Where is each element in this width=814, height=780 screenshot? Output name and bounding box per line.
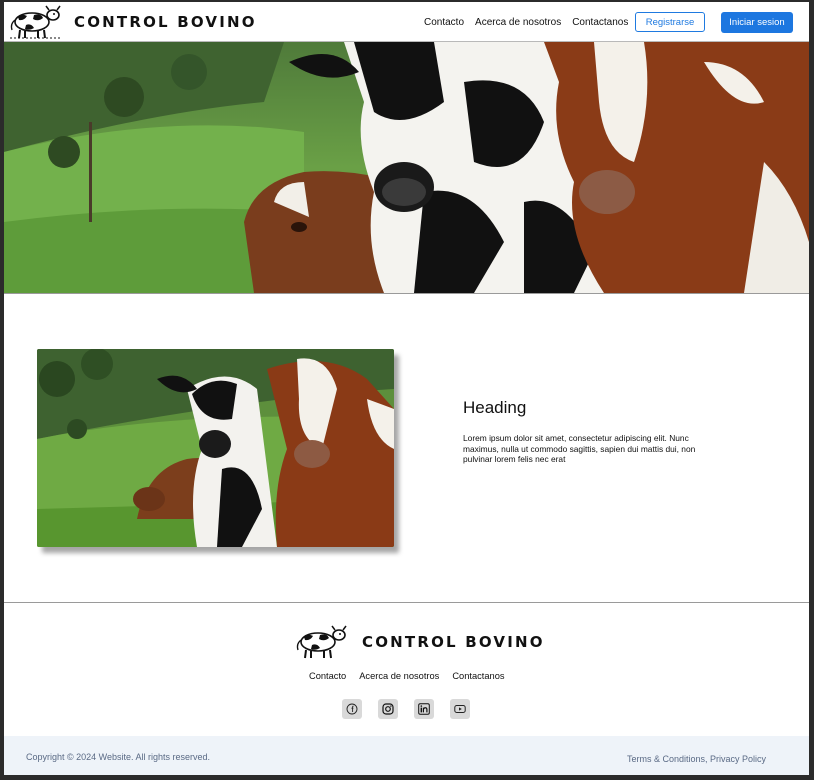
footer-link-contactanos[interactable]: Contactanos	[452, 671, 504, 681]
facebook-icon	[346, 703, 358, 715]
page: CONTROL BOVINO Contacto Acerca de nosotr…	[4, 2, 809, 775]
instagram-link[interactable]	[378, 699, 398, 719]
feature-body: Lorem ipsum dolor sit amet, consectetur …	[463, 433, 696, 464]
facebook-link[interactable]	[342, 699, 362, 719]
cows-thumbnail-image	[37, 349, 394, 547]
footer-link-contacto[interactable]: Contacto	[309, 671, 346, 681]
brand-name: CONTROL BOVINO	[74, 13, 257, 31]
footer-link-acerca[interactable]: Acerca de nosotros	[359, 671, 439, 681]
legal-links: Terms & Conditions, Privacy Policy	[627, 754, 766, 764]
login-button[interactable]: Iniciar sesion	[721, 12, 793, 33]
footer-divider	[4, 602, 809, 603]
instagram-icon	[382, 703, 394, 715]
footer-nav: Contacto Acerca de nosotros Contactanos	[309, 671, 505, 681]
youtube-link[interactable]	[450, 699, 470, 719]
cow-icon	[296, 625, 347, 659]
cow-icon	[10, 5, 62, 39]
brand-logo[interactable]: CONTROL BOVINO	[8, 4, 257, 40]
register-button[interactable]: Registrarse	[635, 12, 705, 32]
footer-brand-name: CONTROL BOVINO	[362, 633, 545, 651]
terms-link[interactable]: Terms & Conditions	[627, 754, 705, 764]
main-nav: Contacto Acerca de nosotros Contactanos	[424, 17, 628, 28]
footer-brand-logo[interactable]: CONTROL BOVINO	[294, 624, 545, 660]
feature-image	[37, 349, 394, 547]
linkedin-icon	[418, 703, 430, 715]
nav-link-acerca[interactable]: Acerca de nosotros	[475, 17, 561, 28]
hero-image	[4, 42, 809, 294]
cows-pasture-image	[4, 42, 809, 293]
nav-link-contactanos[interactable]: Contactanos	[572, 17, 628, 28]
footer-bottom-bar: Copyright © 2024 Website. All rights res…	[4, 736, 809, 775]
nav-link-contacto[interactable]: Contacto	[424, 17, 464, 28]
site-header: CONTROL BOVINO Contacto Acerca de nosotr…	[4, 2, 809, 42]
feature-heading: Heading	[463, 398, 527, 417]
youtube-icon	[454, 705, 466, 713]
privacy-link[interactable]: Privacy Policy	[710, 754, 766, 764]
linkedin-link[interactable]	[414, 699, 434, 719]
social-links	[342, 699, 470, 719]
copyright-text: Copyright © 2024 Website. All rights res…	[26, 752, 211, 762]
